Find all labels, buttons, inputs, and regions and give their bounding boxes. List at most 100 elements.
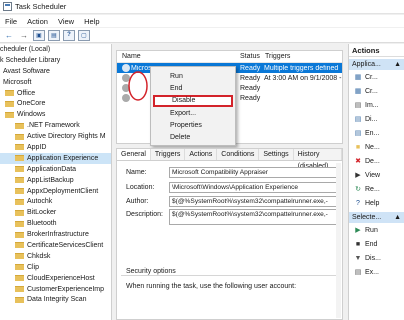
action-item[interactable]: ▤ Ex... <box>349 265 404 279</box>
name-field[interactable]: Microsoft Compatibility Appraiser <box>169 167 339 178</box>
collapse-icon[interactable]: ▲ <box>394 59 401 70</box>
forward-icon[interactable]: → <box>18 30 30 41</box>
actions-group-selected[interactable]: Selecte... ▲ <box>349 212 404 223</box>
tab-general[interactable]: General <box>117 149 151 160</box>
delete-folder-icon: ✖ <box>355 158 361 165</box>
tree-item[interactable]: CloudExperienceHost <box>0 273 111 284</box>
folder-icon <box>15 296 24 303</box>
tree-item-label: CertificateServicesClient <box>27 241 104 249</box>
tab-history[interactable]: History (disabled) <box>294 149 342 170</box>
action-item[interactable]: ■ End <box>349 237 404 251</box>
action-item[interactable]: ▼ Dis... <box>349 251 404 265</box>
column-name[interactable]: Name <box>117 53 235 60</box>
context-end[interactable]: End <box>151 82 235 94</box>
tree-item-label: Data Integrity Scan <box>27 296 87 304</box>
action-item[interactable]: ▶ Run <box>349 223 404 237</box>
context-run[interactable]: Run <box>151 70 235 82</box>
tree-item[interactable]: Chkdsk <box>0 251 111 262</box>
tree-item[interactable]: CertificateServicesClient <box>0 240 111 251</box>
tree-item[interactable]: Bluetooth <box>0 218 111 229</box>
tree-item-label: AppListBackup <box>27 176 74 184</box>
menu-view[interactable]: View <box>53 17 79 26</box>
tree-item-label: AppxDeploymentClient <box>27 187 99 195</box>
tab-conditions[interactable]: Conditions <box>217 149 260 160</box>
tree-item[interactable]: Active Directory Rights M <box>0 131 111 142</box>
show-hide-tree-icon[interactable]: ▣ <box>33 29 45 41</box>
create-basic-task-icon: ▦ <box>354 88 362 95</box>
tab-actions[interactable]: Actions <box>185 149 218 160</box>
tree-item-label: Bluetooth <box>27 220 57 228</box>
end-icon: ■ <box>355 240 361 248</box>
tree-item[interactable]: CustomerExperienceImp <box>0 284 111 295</box>
menu-action[interactable]: Action <box>22 17 53 26</box>
menu-help[interactable]: Help <box>79 17 104 26</box>
tree-item-label: k Scheduler Library <box>0 56 61 64</box>
tree-item[interactable]: BitLocker <box>0 207 111 218</box>
actions-group-application[interactable]: Applica... ▲ <box>349 59 404 70</box>
tree-item-label: Clip <box>27 263 40 271</box>
action-label: Cr... <box>365 87 378 95</box>
description-field[interactable]: $(@%SystemRoot%\system32\compattelrunner… <box>169 209 339 225</box>
action-item[interactable]: ▦ Cr... <box>349 70 404 84</box>
import-icon: ▤ <box>354 102 362 109</box>
author-field[interactable]: $(@%SystemRoot%\system32\compattelrunner… <box>169 196 339 207</box>
action-item[interactable]: ↻ Re... <box>349 182 404 196</box>
tree-item[interactable]: Avast Software <box>0 66 111 77</box>
tree-item[interactable]: BrokerInfrastructure <box>0 229 111 240</box>
action-item[interactable]: ▤ Di... <box>349 112 404 126</box>
collapse-icon[interactable]: ▲ <box>394 212 401 223</box>
action-label: Dis... <box>365 254 381 262</box>
tree-item[interactable]: Microsoft <box>0 77 111 88</box>
column-triggers[interactable]: Triggers <box>260 53 290 60</box>
tree-item[interactable]: OneCore <box>0 98 111 109</box>
tree-item[interactable]: AppID <box>0 142 111 153</box>
menu-file[interactable]: File <box>0 17 22 26</box>
tree-item[interactable]: Data Integrity Scan <box>0 294 111 305</box>
action-item[interactable]: ■ Ne... <box>349 140 404 154</box>
action-item[interactable]: ✖ De... <box>349 154 404 168</box>
tree-item[interactable]: Office <box>0 88 111 99</box>
tab-settings[interactable]: Settings <box>259 149 294 160</box>
context-disable[interactable]: Disable <box>153 94 233 107</box>
context-delete[interactable]: Delete <box>151 131 235 143</box>
help-icon[interactable]: ? <box>63 29 75 41</box>
tree-item[interactable]: cheduler (Local) <box>0 44 111 55</box>
view-icon: ▶ <box>355 172 361 179</box>
tree-item[interactable]: AppListBackup <box>0 175 111 186</box>
tree-item-label: Autochk <box>27 198 53 206</box>
properties-icon[interactable]: ▤ <box>48 29 60 41</box>
tree-item[interactable]: Windows <box>0 109 111 120</box>
action-item[interactable]: ▤ En... <box>349 126 404 140</box>
folder-icon <box>15 133 24 140</box>
column-status[interactable]: Status <box>235 53 260 60</box>
action-item[interactable]: ▶ View <box>349 168 404 182</box>
task-status: Ready <box>240 74 261 82</box>
action-item[interactable]: ▤ Im... <box>349 98 404 112</box>
tree-item-label: CustomerExperienceImp <box>27 285 105 293</box>
folder-icon <box>5 111 14 118</box>
tab-triggers[interactable]: Triggers <box>151 149 186 160</box>
tree-item[interactable]: Clip <box>0 262 111 273</box>
tree-item[interactable]: AppxDeploymentClient <box>0 186 111 197</box>
folder-icon <box>15 198 24 205</box>
folder-icon <box>15 242 24 249</box>
tree-item[interactable]: .NET Framework <box>0 120 111 131</box>
folder-icon <box>15 166 24 173</box>
details-scrollbar[interactable] <box>336 163 341 318</box>
task-scheduler-icon <box>3 2 12 11</box>
show-hide-action-pane-icon[interactable]: ▢ <box>78 29 90 41</box>
context-properties[interactable]: Properties <box>151 119 235 131</box>
tree-item-label: CloudExperienceHost <box>27 274 95 282</box>
tree-item[interactable]: ApplicationData <box>0 164 111 175</box>
tree-item[interactable]: Application Experience <box>0 152 111 164</box>
folder-icon <box>15 231 24 238</box>
tree-item[interactable]: Autochk <box>0 196 111 207</box>
action-label: De... <box>365 157 380 165</box>
task-triggers: At 3:00 AM on 9/1/2008 - <box>264 74 342 82</box>
context-export[interactable]: Export... <box>151 107 235 119</box>
tree-item[interactable]: k Scheduler Library <box>0 55 111 66</box>
action-item[interactable]: ? Help <box>349 196 404 210</box>
location-field[interactable]: \Microsoft\Windows\Application Experienc… <box>169 182 339 193</box>
action-item[interactable]: ▦ Cr... <box>349 84 404 98</box>
back-icon[interactable]: ← <box>3 30 15 41</box>
